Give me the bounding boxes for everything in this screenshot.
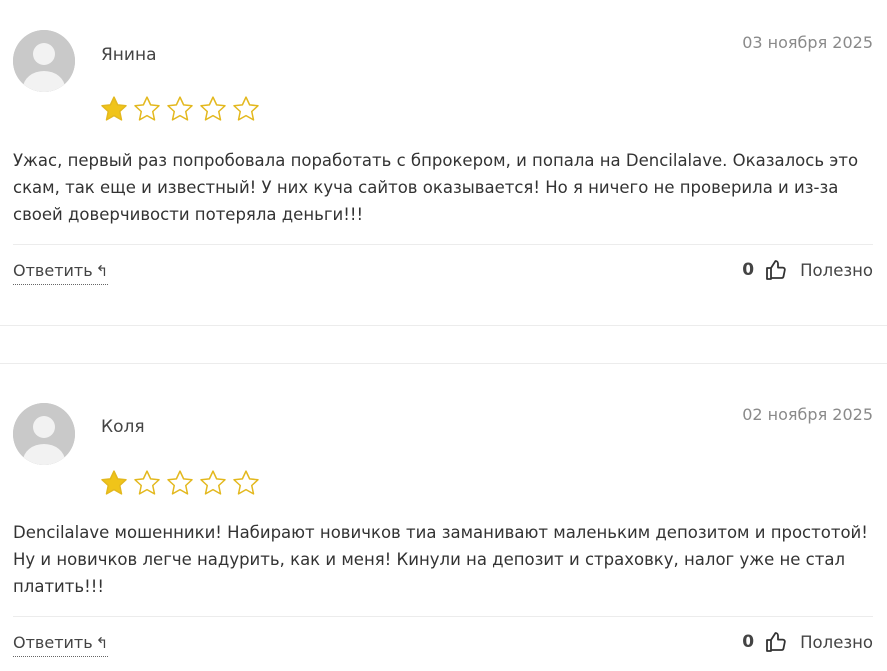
like-count: 0 xyxy=(742,260,755,280)
user-avatar-icon xyxy=(13,403,75,465)
star-empty-icon xyxy=(200,470,226,495)
reply-label: Ответить xyxy=(13,633,93,652)
star-rating xyxy=(99,94,261,124)
author-name: Янина xyxy=(101,45,157,65)
helpful-label[interactable]: Полезно xyxy=(800,261,873,280)
user-avatar-icon xyxy=(13,30,75,92)
avatar xyxy=(13,30,75,92)
star-filled-icon xyxy=(101,96,127,121)
review-text: Ужас, первый раз попробовала поработать … xyxy=(13,151,859,224)
review-date: 03 ноября 2025 xyxy=(742,33,873,52)
star-empty-icon xyxy=(200,96,226,121)
reply-button[interactable]: Ответить ↰ xyxy=(13,633,109,657)
star-empty-icon xyxy=(167,96,193,121)
thumbs-up-icon[interactable] xyxy=(764,258,788,282)
star-rating xyxy=(99,468,261,498)
review-separator xyxy=(0,325,887,326)
avatar xyxy=(13,403,75,465)
star-empty-icon xyxy=(233,470,259,495)
star-empty-icon xyxy=(134,470,160,495)
star-empty-icon xyxy=(134,96,160,121)
divider xyxy=(13,616,873,617)
helpful-block: 0 Полезно xyxy=(742,258,873,282)
star-empty-icon xyxy=(167,470,193,495)
review-text: Dencilalave мошенники! Набирают новичков… xyxy=(13,523,868,596)
reply-button[interactable]: Ответить ↰ xyxy=(13,261,109,285)
reply-arrow-icon: ↰ xyxy=(95,262,109,280)
star-empty-icon xyxy=(233,96,259,121)
divider xyxy=(13,244,873,245)
reply-arrow-icon: ↰ xyxy=(95,634,109,652)
thumbs-up-icon[interactable] xyxy=(764,630,788,654)
review-date: 02 ноября 2025 xyxy=(742,405,873,424)
helpful-block: 0 Полезно xyxy=(742,630,873,654)
like-count: 0 xyxy=(742,632,755,652)
reply-label: Ответить xyxy=(13,261,93,280)
author-name: Коля xyxy=(101,417,145,437)
review-separator xyxy=(0,363,887,364)
star-filled-icon xyxy=(101,470,127,495)
helpful-label[interactable]: Полезно xyxy=(800,633,873,652)
